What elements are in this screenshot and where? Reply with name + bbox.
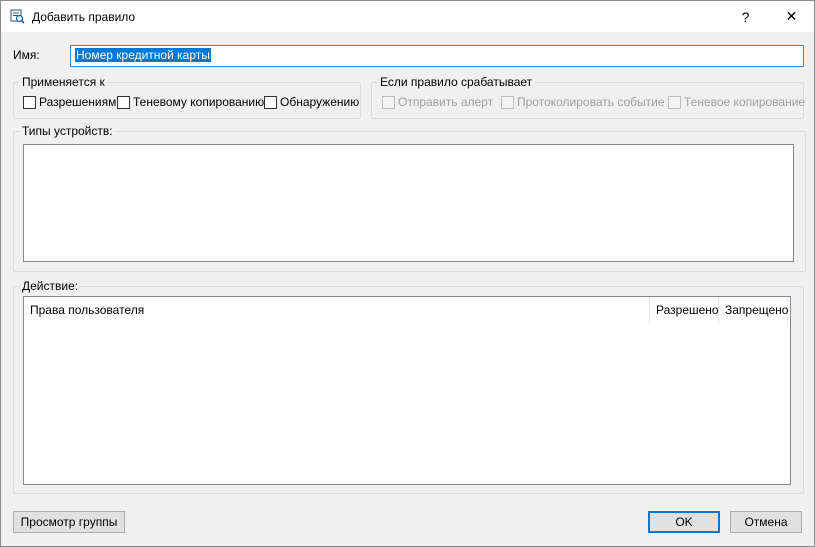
help-button[interactable]: ? [723, 1, 768, 32]
checkbox-permissions-label: Разрешениям [39, 95, 117, 109]
name-input[interactable]: Номер кредитной карты [70, 45, 804, 67]
name-input-value: Номер кредитной карты [75, 48, 211, 62]
checkbox-shadow-copy-label: Теневому копированию [133, 95, 265, 109]
ok-button[interactable]: OK [648, 511, 720, 533]
on-trigger-group: Если правило срабатывает Отправить алерт… [371, 75, 805, 119]
close-button[interactable]: ✕ [769, 1, 814, 32]
window-title: Добавить правило [32, 10, 136, 24]
column-header-allowed[interactable]: Разрешено [650, 297, 719, 323]
checkbox-box[interactable] [264, 95, 277, 109]
action-legend: Действие: [20, 279, 81, 293]
add-rule-dialog: Добавить правило ? ✕ Имя: Номер кредитно… [0, 0, 815, 547]
checkbox-box[interactable] [501, 95, 514, 109]
device-types-group: Типы устройств: [13, 124, 806, 272]
action-group: Действие: Права пользователя Разрешено З… [13, 279, 804, 494]
name-label: Имя: [13, 48, 40, 62]
table-header: Права пользователя Разрешено Запрещено [24, 297, 790, 323]
checkbox-log-event[interactable]: Протоколировать событие [501, 95, 665, 109]
device-types-legend: Типы устройств: [20, 124, 115, 138]
checkbox-shadow-copying-label: Теневое копирование [684, 95, 806, 109]
checkbox-detection[interactable]: Обнаружению [264, 95, 359, 109]
checkbox-permissions[interactable]: Разрешениям [23, 95, 116, 109]
checkbox-detection-label: Обнаружению [280, 95, 360, 109]
close-icon: ✕ [785, 8, 798, 24]
title-bar: Добавить правило ? ✕ [1, 1, 814, 32]
checkbox-box[interactable] [382, 95, 395, 109]
checkbox-box[interactable] [117, 95, 130, 109]
checkbox-send-alert-label: Отправить алерт [398, 95, 494, 109]
cancel-button[interactable]: Отмена [730, 511, 802, 533]
column-header-denied[interactable]: Запрещено [719, 297, 788, 323]
device-types-list[interactable] [23, 144, 794, 262]
checkbox-shadow-copying[interactable]: Теневое копирование [668, 95, 805, 109]
checkbox-send-alert[interactable]: Отправить алерт [382, 95, 493, 109]
on-trigger-legend: Если правило срабатывает [378, 75, 535, 89]
applies-to-group: Применяется к Разрешениям Теневому копир… [13, 75, 361, 119]
view-group-button[interactable]: Просмотр группы [13, 511, 125, 533]
checkbox-box[interactable] [23, 95, 36, 109]
checkbox-box[interactable] [668, 95, 681, 109]
checkbox-log-event-label: Протоколировать событие [517, 95, 665, 109]
app-icon [10, 9, 25, 24]
action-table[interactable]: Права пользователя Разрешено Запрещено [23, 296, 791, 485]
help-icon: ? [741, 8, 750, 25]
checkbox-shadow-copy[interactable]: Теневому копированию [117, 95, 264, 109]
column-header-user-rights[interactable]: Права пользователя [24, 297, 650, 323]
applies-to-legend: Применяется к [20, 75, 107, 89]
